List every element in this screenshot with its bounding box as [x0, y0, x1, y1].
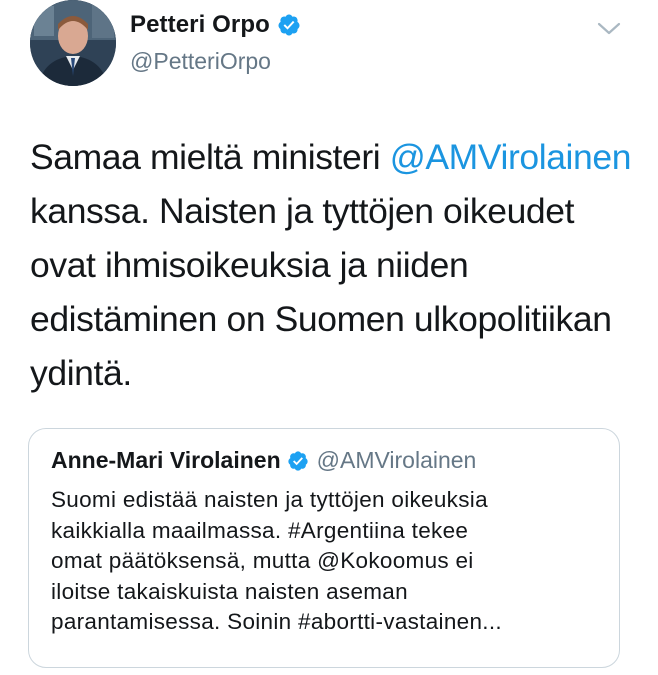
quoted-author-name: Anne-Mari Virolainen: [51, 447, 281, 473]
verified-badge-icon: [287, 450, 309, 472]
quoted-tweet-text: Suomi edistää naisten ja tyttöjen oikeuk…: [51, 485, 611, 638]
quoted-line: omat päätöksensä, mutta @Kokoomus ei: [51, 548, 474, 573]
tweet-line: ovat ihmisoikeuksia ja niiden: [30, 245, 469, 285]
tweet-line: edistäminen on Suomen ulkopolitiikan: [30, 299, 612, 339]
avatar[interactable]: [30, 0, 116, 86]
quoted-line: kaikkialla maailmassa. #Argentiina tekee: [51, 517, 469, 543]
tweet-line: kanssa. Naisten ja tyttöjen oikeudet: [30, 191, 575, 231]
quoted-tweet-card[interactable]: Anne-Mari Virolainen @AMVirolainen Suomi…: [28, 428, 620, 668]
author-name-row: Petteri Orpo: [130, 8, 301, 42]
tweet-line: Samaa mieltä ministeri @AMVirolainen: [30, 130, 640, 184]
mention-link[interactable]: @AMVirolainen: [390, 137, 632, 177]
quoted-author-handle: @AMVirolainen: [316, 447, 477, 473]
verified-badge-icon: [277, 13, 301, 37]
tweet-text: Samaa mieltä ministeri @AMVirolainen kan…: [30, 130, 640, 400]
tweet-line: ydintä.: [30, 353, 132, 393]
tweet-line-text: Samaa mieltä ministeri: [30, 137, 390, 177]
quoted-line: Suomi edistää naisten ja tyttöjen oikeuk…: [51, 487, 488, 512]
author-info: Petteri Orpo @PetteriOrpo: [130, 8, 301, 75]
chevron-down-icon[interactable]: [596, 20, 622, 38]
author-handle[interactable]: @PetteriOrpo: [130, 48, 301, 75]
quoted-line: parantamisessa. Soinin #abortti-vastaine…: [51, 609, 502, 634]
quoted-tweet-header: Anne-Mari Virolainen @AMVirolainen: [51, 447, 476, 474]
tweet: Petteri Orpo @PetteriOrpo Samaa mieltä m…: [0, 0, 658, 675]
author-display-name[interactable]: Petteri Orpo: [130, 11, 270, 39]
quoted-line: iloitse takaiskuista naisten aseman: [51, 578, 408, 604]
profile-photo-icon: [30, 0, 116, 86]
